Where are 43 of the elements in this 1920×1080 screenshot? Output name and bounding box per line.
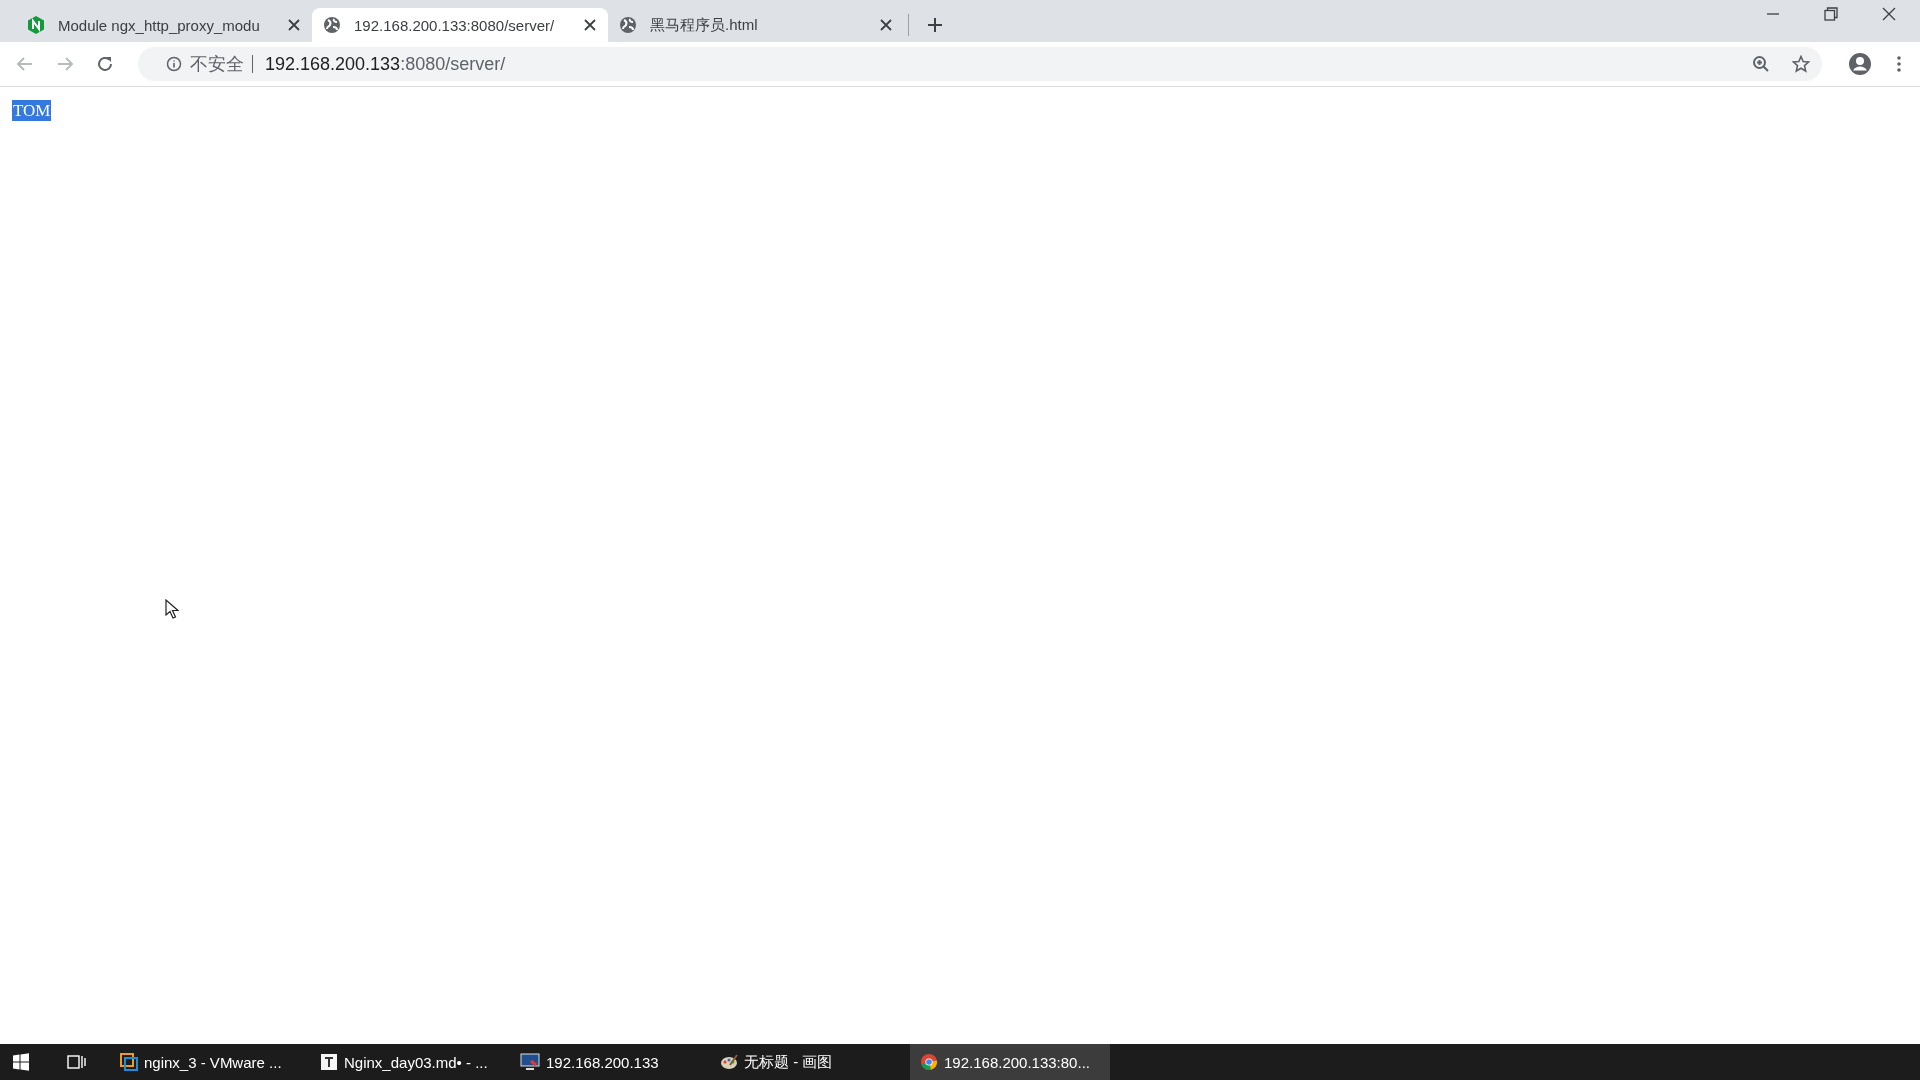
tab-title: Module ngx_http_proxy_modu [58,16,261,34]
browser-tab[interactable]: 192.168.200.133:8080/server/ [312,8,608,42]
info-icon[interactable] [166,56,182,72]
document-icon [320,1053,338,1071]
taskbar-label: nginx_3 - VMware ... [144,1053,282,1071]
zoom-icon[interactable] [1752,55,1770,73]
taskbar-label: Nginx_day03.md• - ... [344,1053,488,1071]
close-icon[interactable] [288,19,300,31]
task-view-icon[interactable] [66,1053,86,1071]
globe-icon [618,15,638,35]
restore-icon[interactable] [1824,7,1838,21]
taskbar-button[interactable]: nginx_3 - VMware ... [110,1044,310,1080]
browser-tab[interactable]: Module ngx_http_proxy_modu [16,8,312,42]
security-label: 不安全 [190,53,244,76]
monitor-icon [520,1053,540,1071]
page-text: TOM [12,100,52,121]
tab-title: 黑马程序员.html [650,15,759,35]
browser-tab[interactable]: 黑马程序员.html [608,8,904,42]
taskbar-label: 192.168.200.133 [546,1053,659,1071]
globe-icon [322,15,342,35]
close-icon[interactable] [584,19,596,31]
taskbar-label: 无标题 - 画图 [744,1052,833,1072]
star-icon[interactable] [1792,55,1810,73]
mouse-pointer-icon [165,599,179,619]
tab-title: 192.168.200.133:8080/server/ [354,16,556,34]
menu-icon[interactable] [1896,55,1902,73]
taskbar-label: 192.168.200.133:80... [944,1053,1090,1071]
taskbar-button[interactable]: 192.168.200.133:80... [910,1044,1110,1080]
reload-icon[interactable] [96,55,114,73]
palette-icon [720,1053,738,1071]
start-icon[interactable] [12,1053,30,1071]
taskbar-button[interactable]: Nginx_day03.md• - ... [310,1044,510,1080]
browser-logo-icon [920,1053,938,1071]
taskbar-button[interactable]: 192.168.200.133 [510,1044,710,1080]
app-icon [120,1053,138,1071]
profile-icon[interactable] [1848,52,1872,76]
close-icon[interactable] [880,19,892,31]
close-icon[interactable] [1882,7,1896,21]
taskbar-button[interactable]: 无标题 - 画图 [710,1044,910,1080]
hexagon-logo-icon [26,15,46,35]
address-bar[interactable]: 不安全 192.168.200.133:8080/server/ [138,47,1822,81]
url-text: 192.168.200.133:8080/server/ [265,53,506,75]
new-tab-icon[interactable] [927,17,943,33]
